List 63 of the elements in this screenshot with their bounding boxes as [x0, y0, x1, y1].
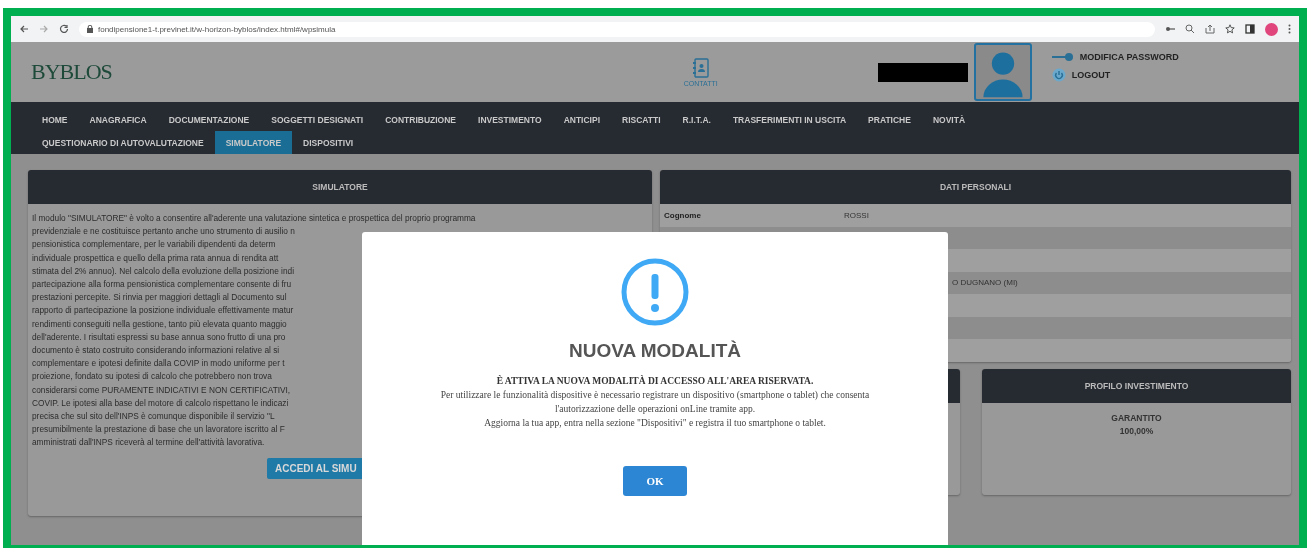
share-icon[interactable]: [1205, 24, 1215, 34]
description-line: presumibilmente la prestazione di base che un lavoratore iscritto al F: [32, 423, 285, 437]
description-line: COVIP. Le ipotesi alla base del motore di calcolo rispettano le indicazi: [32, 396, 289, 410]
nav-tab[interactable]: PRATICHE: [857, 108, 922, 131]
nav-tab[interactable]: HOME: [31, 108, 79, 131]
nav-tab[interactable]: ANTICIPI: [552, 108, 611, 131]
profile-icon[interactable]: [1265, 22, 1278, 36]
nav-tab[interactable]: INVESTIMENTO: [467, 108, 553, 131]
header-link[interactable]: LOGOUT: [1051, 68, 1179, 82]
panel-title: DATI PERSONALI: [939, 182, 1012, 192]
description-line: complementare e ipotesi definite dalla COVIP in modo uniforme per t: [32, 357, 285, 371]
menu-icon[interactable]: [1288, 24, 1291, 34]
profile-share: 100,00%: [1119, 425, 1154, 436]
description-line: considerarsi come PURAMENTE INDICATIVI E NON CERTIFICATIVI,: [32, 383, 291, 397]
nav-tab[interactable]: ANAGRAFICA: [78, 108, 158, 131]
modal-text: Aggiorna la tua app, entra nella sezione "Dispositivi" e registra il tuo smartphone o tablet.: [484, 418, 826, 428]
lock-icon: [87, 25, 93, 33]
profile-name: GARANTITO: [1111, 412, 1162, 423]
description-line: Il modulo "SIMULATORE" è volto a consentire all'aderente una valutazione sintetica e prospettica del proprio programma: [32, 212, 476, 225]
nav-tab[interactable]: QUESTIONARIO DI AUTOVALUTAZIONE: [31, 131, 215, 154]
nav-tab[interactable]: RISCATTI: [611, 108, 672, 131]
zoom-icon[interactable]: [1185, 24, 1195, 34]
modal-text: l'autorizzazione delle operazioni onLine tramite app.: [554, 404, 756, 414]
address-bar[interactable]: fondipensione1-t.previnet.it/w-horizon-byblos/index.html#/wpsimula: [79, 21, 1155, 37]
field-value: O DUGNANO (MI): [951, 278, 1018, 288]
side-panel-icon[interactable]: [1245, 24, 1255, 34]
description-line: individuale prospettica e quello della prima rata annua di rendita att: [32, 251, 279, 265]
key-icon: [1051, 53, 1074, 61]
modal-text: Per utilizzare le funzionalità dispositive è necessario registrare un dispositivo (smartphone o tablet) che consenta: [440, 390, 870, 400]
description-line: prestazioni percepite. Si rinvia per maggiori dettagli al Documento sul: [32, 291, 287, 305]
power-icon: [1051, 68, 1066, 82]
description-line: proiezione, fondato su ipotesi di calcolo che potrebbero non trova: [32, 370, 272, 384]
nav-tab[interactable]: DOCUMENTAZIONE: [157, 108, 261, 131]
description-line: amministrati dall'INPS riceverà al termine dell'attività lavorativa.: [32, 436, 265, 450]
panel-title: PROFILO INVESTIMENTO: [1084, 380, 1189, 391]
description-line: documento è stato costruito considerando informazioni relative al si: [32, 344, 280, 358]
description-line: partecipazione alla forma pensionistica complementare consente di fru: [32, 278, 292, 291]
description-line: pensionistica complementare, per le variabili dipendenti da determ: [32, 238, 276, 252]
nav-tab[interactable]: CONTRIBUZIONE: [374, 108, 467, 131]
modal-title: NUOVA MODALITÀ: [568, 340, 741, 362]
header-link[interactable]: MODIFICA PASSWORD: [1051, 52, 1179, 62]
ok-button[interactable]: OK: [623, 466, 687, 496]
reload-icon[interactable]: [59, 24, 69, 34]
nav-tab[interactable]: R.I.T.A.: [671, 108, 722, 131]
description-line: stimata del 2% annuo). Nel calcolo della evoluzione della posizione indi: [32, 264, 294, 278]
description-line: rapporto di partecipazione la posizione individuale effettivamente matur: [32, 304, 294, 318]
nav-tab[interactable]: NOVITÀ: [921, 108, 977, 131]
avatar-icon: [973, 43, 1032, 101]
nav-tab[interactable]: DISPOSITIVI: [292, 131, 365, 154]
field-value: ROSSI: [844, 210, 869, 220]
key-icon[interactable]: [1165, 24, 1175, 34]
warning-icon: [621, 258, 689, 326]
nav-tab[interactable]: TRASFERIMENTI IN USCITA: [721, 108, 858, 131]
logo[interactable]: BYBLOS: [31, 59, 112, 85]
star-icon[interactable]: [1225, 24, 1235, 34]
field-label: Cognome: [663, 210, 702, 220]
description-line: precisa che sul sito dell'INPS è comunque disponibile il servizio "L: [32, 410, 275, 424]
description-line: rendimenti conseguiti nella gestione, tanto più elevata quanto maggio: [32, 317, 287, 331]
panel-title: SIMULATORE: [312, 182, 368, 192]
modal-headline: È ATTIVA LA NUOVA MODALITÀ DI ACCESSO ALL'AREA RISERVATA.: [496, 376, 814, 386]
back-icon[interactable]: [19, 24, 29, 34]
description-line: previdenziale e ne costituisce pertanto anche uno strumento di ausilio n: [32, 225, 295, 239]
nav-tab[interactable]: SOGGETTI DESIGNATI: [260, 108, 375, 131]
